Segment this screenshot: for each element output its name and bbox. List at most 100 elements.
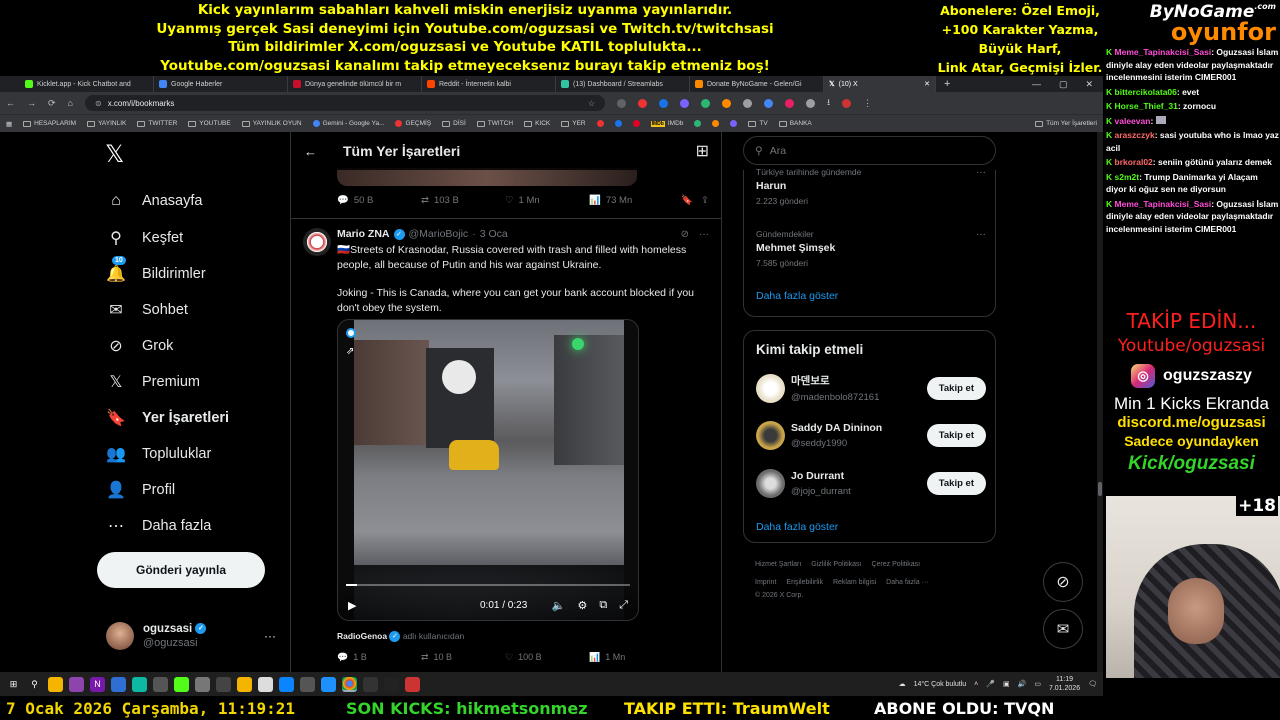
- bookmark-folder[interactable]: YOUTUBE: [188, 120, 231, 127]
- volume-icon[interactable]: 🔊: [1018, 680, 1027, 688]
- bookmark-folder[interactable]: DİSİ: [442, 120, 466, 127]
- app-icon[interactable]: [111, 676, 126, 692]
- nav-notifications[interactable]: 🔔 10 Bildirimler: [106, 256, 206, 284]
- onenote-icon[interactable]: N: [90, 676, 105, 692]
- footer-link[interactable]: Imprint: [755, 579, 776, 586]
- video-progress-bar[interactable]: [346, 584, 630, 586]
- app-icon[interactable]: [216, 676, 231, 692]
- bookmark-star-icon[interactable]: ☆: [588, 99, 595, 108]
- file-explorer-icon[interactable]: [48, 676, 63, 692]
- show-more-link[interactable]: Daha fazla göster: [756, 521, 838, 533]
- search-icon[interactable]: ⚲: [27, 677, 42, 692]
- settings-gear-icon[interactable]: ⚙: [577, 599, 587, 612]
- profile-avatar-icon[interactable]: [842, 98, 852, 108]
- edge-icon[interactable]: [321, 676, 336, 692]
- nav-bookmarks[interactable]: 🔖 Yer İşaretleri: [106, 408, 229, 428]
- bookmark-icon[interactable]: [694, 120, 702, 127]
- more-dots-icon[interactable]: ···: [976, 229, 986, 240]
- bookmark-folder[interactable]: YAYINLIK: [87, 120, 126, 127]
- bookmark-link[interactable]: Gemini - Google Ya...: [312, 120, 384, 127]
- bookmark-icon[interactable]: [614, 120, 622, 127]
- footer-link[interactable]: Daha fazla ···: [886, 579, 928, 586]
- footer-link[interactable]: Erişilebilirlik: [786, 579, 823, 586]
- app-icon[interactable]: [363, 676, 378, 692]
- nav-explore[interactable]: ⚲ Keşfet: [106, 228, 183, 248]
- reply-button[interactable]: 💬 50 B: [337, 195, 421, 206]
- pinterest-icon[interactable]: [632, 120, 640, 127]
- footer-link[interactable]: Gizlilik Politikası: [811, 561, 861, 568]
- folder-icon[interactable]: [237, 676, 252, 692]
- more-dots-icon[interactable]: ···: [976, 167, 986, 178]
- nav-more[interactable]: ⋯ Daha fazla: [106, 516, 211, 536]
- new-tab-icon[interactable]: +: [944, 78, 950, 90]
- search-input[interactable]: ⚲ Ara: [743, 136, 996, 165]
- avatar[interactable]: [303, 228, 331, 256]
- back-arrow-icon[interactable]: ←: [304, 144, 317, 159]
- follow-button[interactable]: Takip et: [926, 376, 986, 400]
- mic-icon[interactable]: 🎤: [986, 680, 995, 688]
- tweet-author-name[interactable]: Mario ZNA: [337, 228, 390, 240]
- bookmark-icon[interactable]: [712, 120, 720, 127]
- app-icon[interactable]: [153, 676, 168, 692]
- video-player[interactable]: ⇗ ▶ 0:01 / 0:23 🔈 ⚙ ⧉ ⤢: [337, 319, 639, 621]
- play-icon[interactable]: ▶: [348, 599, 356, 612]
- extension-icon[interactable]: [616, 98, 626, 108]
- post-button[interactable]: Gönderi yayınla: [97, 552, 265, 588]
- bookmark-filled-icon[interactable]: 🔖: [681, 195, 693, 206]
- minimize-icon[interactable]: —: [1032, 79, 1041, 90]
- source-author[interactable]: RadioGenoa: [337, 631, 387, 641]
- extension-icon[interactable]: [742, 98, 752, 108]
- extension-icon[interactable]: [721, 98, 731, 108]
- browser-tab[interactable]: Reddit - İnternetin kalbi: [422, 76, 556, 92]
- browser-tab[interactable]: Dünya genelinde ölümcül bir m: [288, 76, 422, 92]
- like-button[interactable]: ♡ 1 Mn: [505, 195, 589, 206]
- footer-link[interactable]: Reklam bilgisi: [833, 579, 876, 586]
- tray-chevron-icon[interactable]: ˄: [974, 681, 978, 688]
- kick-app-icon[interactable]: [174, 676, 189, 692]
- x-logo-icon[interactable]: 𝕏: [105, 140, 124, 168]
- nav-home[interactable]: ⌂ Anasayfa: [106, 192, 202, 210]
- apps-grid-icon[interactable]: ▦: [6, 120, 12, 128]
- site-info-icon[interactable]: ⊜: [95, 99, 102, 108]
- chrome-icon[interactable]: [342, 676, 357, 692]
- all-bookmarks-folder[interactable]: Tüm Yer İşaretleri: [1035, 120, 1097, 127]
- bookmark-link[interactable]: GEÇMİŞ: [395, 120, 431, 127]
- app-icon[interactable]: [384, 676, 399, 692]
- clock-app-icon[interactable]: [258, 676, 273, 692]
- open-external-icon[interactable]: ⇗: [346, 346, 354, 357]
- nav-chat[interactable]: ✉ Sohbet: [106, 300, 188, 320]
- browser-tab[interactable]: Donate ByNoGame - Gelen/Gi: [690, 76, 824, 92]
- trend-item[interactable]: Türkiye tarihinde gündemde Harun 2.223 g…: [756, 167, 986, 206]
- tweet-date[interactable]: 3 Oca: [480, 228, 508, 240]
- clock[interactable]: 11:19 7.01.2026: [1049, 675, 1080, 693]
- nav-profile[interactable]: 👤 Profil: [106, 480, 175, 500]
- bookmark-folder[interactable]: TV: [748, 120, 768, 127]
- home-icon[interactable]: ⌂: [68, 98, 73, 108]
- reload-icon[interactable]: ⟳: [48, 98, 56, 109]
- show-more-link[interactable]: Daha fazla göster: [756, 290, 838, 302]
- follow-button[interactable]: Takip et: [926, 472, 986, 495]
- reply-button[interactable]: 💬 1 B: [337, 652, 421, 663]
- download-icon[interactable]: ⭳: [827, 95, 830, 111]
- notifications-icon[interactable]: 🗨: [1088, 680, 1097, 688]
- browser-tab-active[interactable]: 𝕏 (10) X ✕: [824, 76, 936, 92]
- bookmark-folder[interactable]: TWITCH: [476, 120, 513, 127]
- extension-icon[interactable]: [658, 98, 668, 108]
- app-icon[interactable]: [279, 676, 294, 692]
- previous-tweet-media[interactable]: [337, 168, 637, 186]
- browser-tab[interactable]: (13) Dashboard / Streamlabs: [556, 76, 690, 92]
- app-icon[interactable]: [300, 676, 315, 692]
- bookmark-folder[interactable]: HESAPLARIM: [23, 120, 76, 127]
- close-tab-icon[interactable]: ✕: [924, 80, 930, 88]
- maximize-icon[interactable]: ▢: [1059, 79, 1068, 90]
- app-icon[interactable]: [132, 676, 147, 692]
- share-icon[interactable]: ⇪: [701, 195, 709, 206]
- battery-icon[interactable]: ▭: [1034, 680, 1041, 688]
- fullscreen-icon[interactable]: ⤢: [619, 599, 628, 612]
- nav-premium[interactable]: 𝕏 Premium: [106, 372, 200, 392]
- extension-icon[interactable]: [805, 98, 815, 108]
- extension-icon[interactable]: [637, 98, 647, 108]
- tweet-author-handle[interactable]: @MarioBojic: [409, 228, 469, 240]
- bookmark-folder[interactable]: YAYINLIK OYUN: [241, 120, 302, 127]
- forward-icon[interactable]: →: [27, 98, 36, 108]
